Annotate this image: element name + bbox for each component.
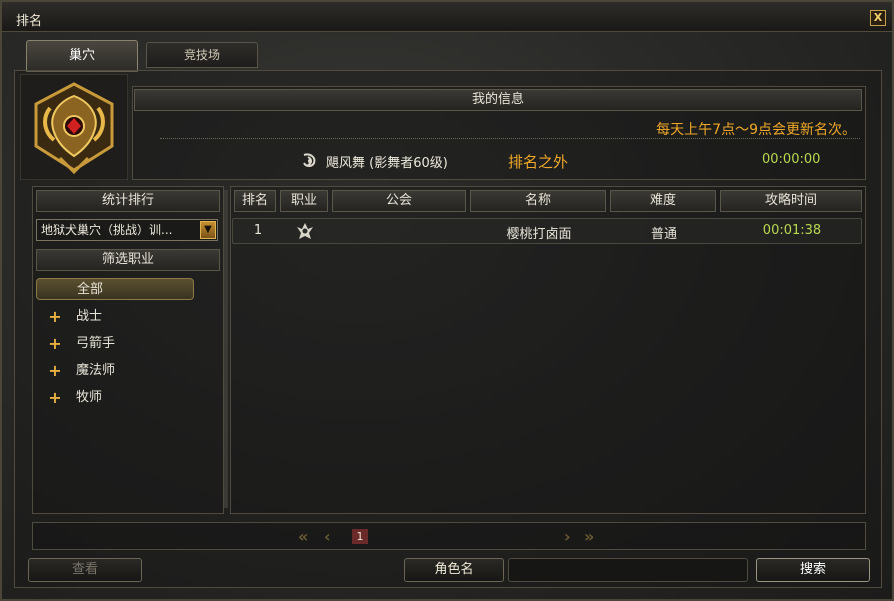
expand-plus-icon[interactable]: + <box>48 387 62 409</box>
filter-label: 弓箭手 <box>76 336 116 351</box>
nest-emblem-icon <box>20 74 128 180</box>
divider <box>160 138 860 139</box>
last-page-icon[interactable]: » <box>584 527 594 546</box>
expand-plus-icon[interactable]: + <box>48 306 62 328</box>
page-number[interactable]: 1 <box>352 529 368 544</box>
row-difficulty: 普通 <box>650 227 677 242</box>
column-rank[interactable]: 排名 <box>234 190 276 212</box>
my-player-name: 飓风舞 (影舞者60级) <box>326 156 448 171</box>
close-button[interactable]: X <box>870 10 886 26</box>
shadow-dancer-icon <box>297 223 313 239</box>
sidebar-scrollbar[interactable] <box>224 190 228 508</box>
tab-arena[interactable]: 竞技场 <box>146 42 258 68</box>
tab-nest[interactable]: 巢穴 <box>26 40 138 72</box>
window-title: 排名 <box>16 14 43 29</box>
first-page-icon[interactable]: « <box>298 527 308 546</box>
my-rank-status: 排名之外 <box>508 153 569 171</box>
row-clear-time: 00:01:38 <box>762 223 822 238</box>
row-rank: 1 <box>253 223 263 238</box>
shadow-dancer-icon <box>303 153 316 167</box>
chevron-down-icon[interactable]: ▼ <box>200 221 216 239</box>
column-difficulty[interactable]: 难度 <box>610 190 716 212</box>
column-clear-time[interactable]: 攻略时间 <box>720 190 862 212</box>
filter-job-header: 筛选职业 <box>36 249 220 271</box>
dungeon-select-value: 地狱犬巢穴（挑战）训... <box>41 223 173 237</box>
expand-plus-icon[interactable]: + <box>48 360 62 382</box>
filter-item-priest[interactable]: + 牧师 <box>36 387 216 409</box>
filter-label: 战士 <box>76 309 103 324</box>
view-button[interactable]: 查看 <box>28 558 142 582</box>
search-label: 角色名 <box>404 558 504 582</box>
character-name-input[interactable] <box>508 558 748 582</box>
dungeon-select[interactable]: 地狱犬巢穴（挑战）训... ▼ <box>36 219 218 241</box>
filter-item-archer[interactable]: + 弓箭手 <box>36 333 216 355</box>
row-name: 樱桃打卤面 <box>506 227 572 242</box>
filter-item-mage[interactable]: + 魔法师 <box>36 360 216 382</box>
prev-page-icon[interactable]: ‹ <box>324 527 331 546</box>
expand-plus-icon[interactable]: + <box>48 333 62 355</box>
update-notice: 每天上午7点～9点会更新名次。 <box>656 122 856 138</box>
pager-bar <box>32 522 866 550</box>
search-button[interactable]: 搜索 <box>756 558 870 582</box>
title-bar[interactable]: 排名 X <box>2 2 892 32</box>
table-row[interactable]: 1 樱桃打卤面 普通 00:01:38 <box>232 218 862 244</box>
column-guild[interactable]: 公会 <box>332 190 466 212</box>
my-info-header: 我的信息 <box>134 89 862 111</box>
filter-item-warrior[interactable]: + 战士 <box>36 306 216 328</box>
filter-label: 魔法师 <box>76 363 116 378</box>
ranking-window: 排名 X 巢穴 竞技场 我的信息 每天上午7点～9点会更新名次。 飓风舞 (影舞… <box>0 0 894 601</box>
next-page-icon[interactable]: › <box>564 527 571 546</box>
column-name[interactable]: 名称 <box>470 190 606 212</box>
filter-item-all[interactable]: 全部 <box>36 278 194 300</box>
filter-label: 牧师 <box>76 390 103 405</box>
my-clear-time: 00:00:00 <box>762 152 821 167</box>
column-job[interactable]: 职业 <box>280 190 328 212</box>
stat-rank-header: 统计排行 <box>36 190 220 212</box>
